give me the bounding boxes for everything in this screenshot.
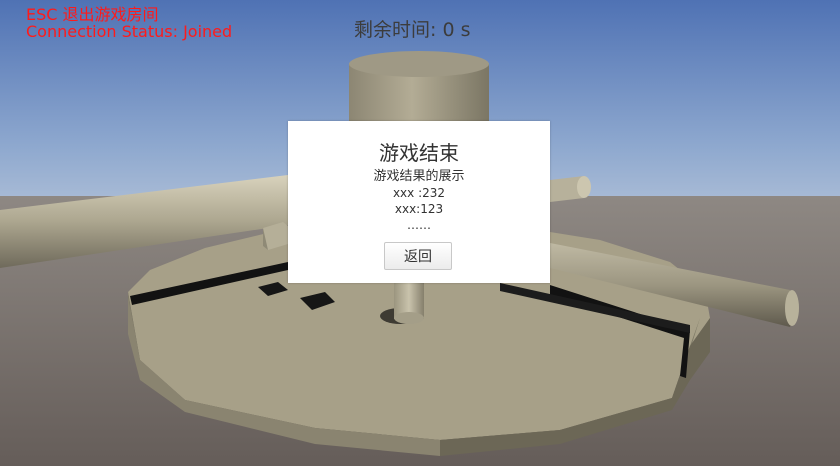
back-button[interactable]: 返回 bbox=[384, 242, 452, 270]
remaining-time: 剩余时间: 0 s bbox=[354, 15, 470, 42]
result-ellipsis: …… bbox=[407, 218, 431, 232]
result-line: xxx :232 bbox=[392, 186, 446, 200]
game-over-dialog: 游戏结束 游戏结果的展示 xxx :232 xxx:123 …… 返回 bbox=[288, 121, 550, 283]
result-line: xxx:123 bbox=[394, 202, 444, 216]
dialog-subtitle: 游戏结果的展示 bbox=[373, 169, 465, 184]
dialog-title: 游戏结束 bbox=[379, 141, 459, 165]
remaining-time-value: 0 s bbox=[442, 19, 471, 41]
remaining-time-label: 剩余时间: bbox=[354, 19, 437, 41]
connection-status: Connection Status: Joined bbox=[26, 22, 233, 41]
